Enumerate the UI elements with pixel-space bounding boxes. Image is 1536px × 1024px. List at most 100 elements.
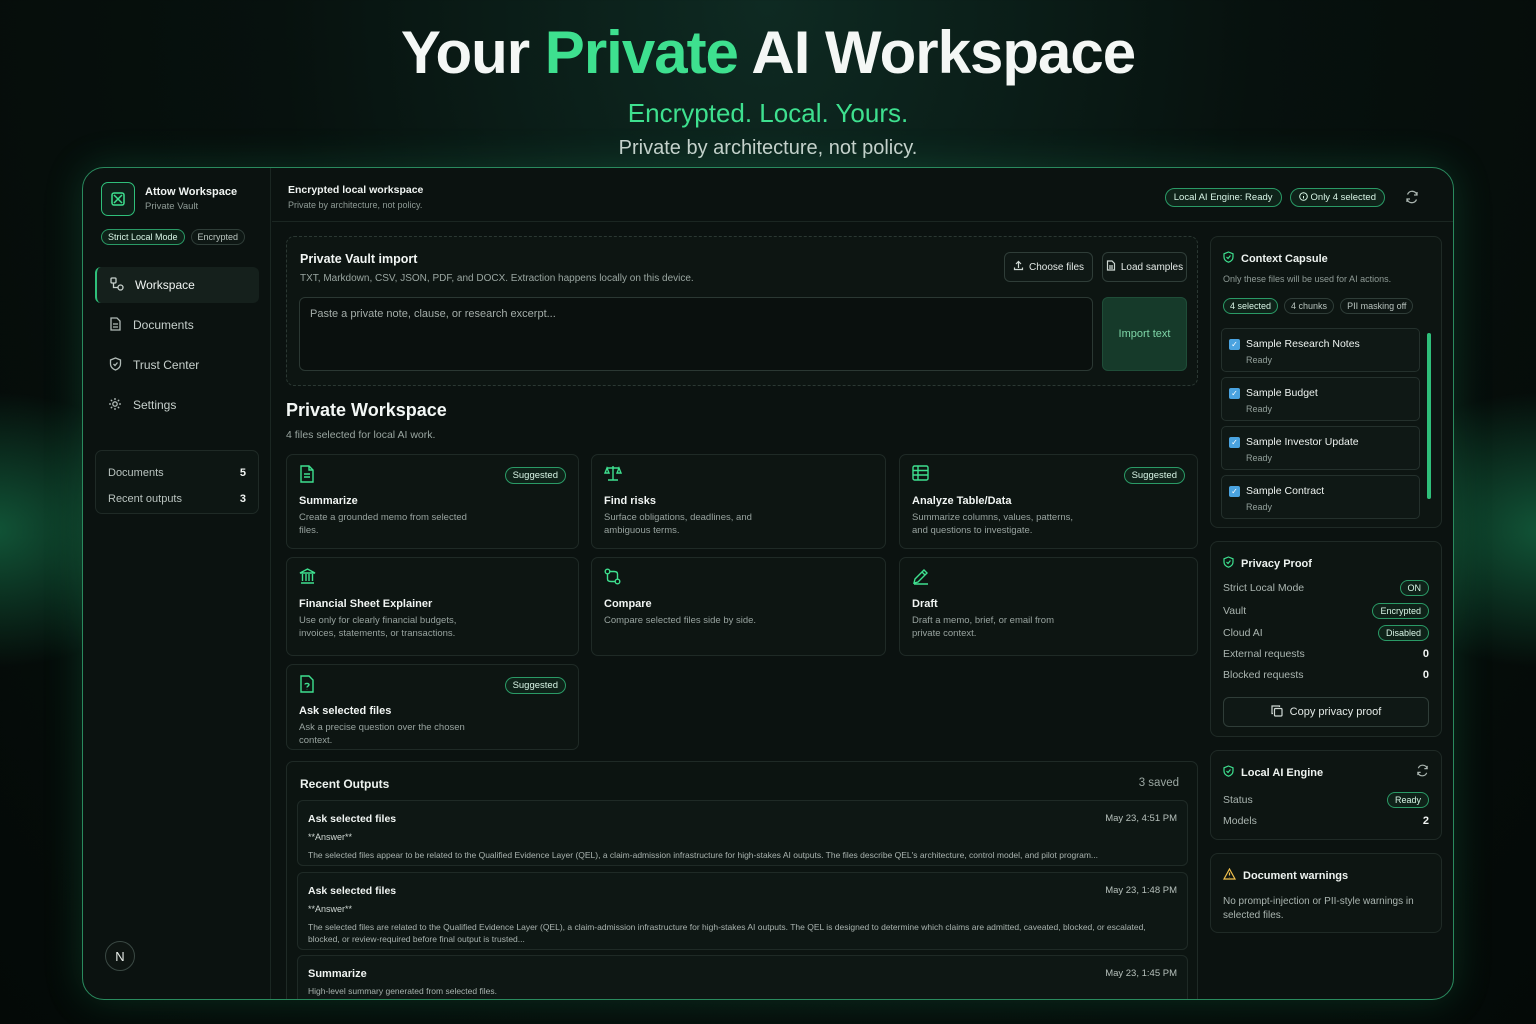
- row-value: 2: [1422, 815, 1429, 827]
- sidebar-nav: Workspace Documents Trust Center Setting…: [95, 267, 259, 427]
- status-badge: Ready: [1386, 792, 1429, 808]
- shield-check-icon: [1223, 765, 1234, 780]
- tile-draft[interactable]: Draft Draft a memo, brief, or email from…: [899, 557, 1198, 656]
- hero-title: Your Private AI Workspace: [0, 18, 1536, 88]
- tile-find-risks[interactable]: Find risks Surface obligations, deadline…: [591, 454, 886, 549]
- choose-files-button[interactable]: Choose files: [1004, 252, 1093, 282]
- sidebar-item-settings[interactable]: Settings: [95, 387, 259, 423]
- output-item[interactable]: Summarize May 23, 1:45 PM High-level sum…: [297, 955, 1188, 999]
- brand-subtitle: Private Vault: [145, 201, 199, 212]
- sidebar-item-workspace[interactable]: Workspace: [95, 267, 259, 303]
- copy-privacy-proof-label: Copy privacy proof: [1289, 706, 1382, 718]
- privacy-proof-title-text: Privacy Proof: [1241, 557, 1312, 570]
- privacy-row-external-requests: External requests 0: [1223, 648, 1429, 660]
- tile-summarize[interactable]: Suggested Summarize Create a grounded me…: [286, 454, 579, 549]
- shield-check-icon: [1223, 251, 1234, 266]
- table-icon: [912, 465, 929, 486]
- tile-description: Compare selected files side by side.: [604, 615, 757, 626]
- row-label: Strict Local Mode: [1223, 582, 1305, 594]
- tile-description: Ask a precise question over the chosen c…: [299, 722, 465, 746]
- scale-icon: [603, 465, 623, 486]
- refresh-button[interactable]: [1401, 186, 1423, 208]
- sidebar-item-label: Settings: [133, 398, 177, 412]
- file-status: Ready: [1246, 502, 1273, 512]
- recent-outputs-count: 3 saved: [1138, 777, 1179, 789]
- sidebar-item-label: Workspace: [135, 278, 195, 292]
- output-item[interactable]: Ask selected files May 23, 4:51 PM **Ans…: [297, 800, 1188, 866]
- capsule-file-item[interactable]: ✓ Sample Budget Ready: [1221, 377, 1420, 421]
- capsule-file-item[interactable]: ✓ Sample Investor Update Ready: [1221, 426, 1420, 470]
- sidebar: Attow Workspace Private Vault Strict Loc…: [83, 168, 271, 999]
- tile-title: Financial Sheet Explainer: [299, 598, 433, 610]
- file-name: Sample Contract: [1246, 485, 1325, 497]
- topbar: Encrypted local workspace Private by arc…: [272, 168, 1453, 222]
- tile-ask-selected-files[interactable]: Suggested Ask selected files Ask a preci…: [286, 664, 579, 750]
- checkbox-checked-icon[interactable]: ✓: [1229, 388, 1240, 399]
- context-capsule-title: Context Capsule: [1223, 251, 1328, 266]
- import-title: Private Vault import: [300, 252, 418, 266]
- shield-check-icon: [1223, 556, 1234, 571]
- row-label: Vault: [1223, 605, 1247, 617]
- brand-logo-icon: [101, 182, 135, 216]
- status-badge: ON: [1399, 580, 1429, 596]
- import-textarea[interactable]: [299, 297, 1093, 371]
- privacy-row-cloud-ai: Cloud AI Disabled: [1223, 625, 1429, 641]
- checkbox-checked-icon[interactable]: ✓: [1229, 437, 1240, 448]
- warning-icon: [1222, 867, 1237, 883]
- stat-label: Recent outputs: [108, 493, 182, 505]
- output-body: The selected files appear to be related …: [308, 850, 1098, 860]
- load-samples-label: Load samples: [1120, 261, 1184, 273]
- stat-documents: Documents 5: [108, 460, 246, 486]
- app-window: Attow Workspace Private Vault Strict Loc…: [82, 167, 1454, 1000]
- copy-privacy-proof-button[interactable]: Copy privacy proof: [1223, 697, 1429, 727]
- tile-title: Draft: [912, 598, 938, 610]
- tile-description: Summarize columns, values, patterns, and…: [912, 512, 1074, 536]
- checkbox-checked-icon[interactable]: ✓: [1229, 339, 1240, 350]
- chunks-badge: 4 chunks: [1284, 298, 1335, 314]
- stat-value: 5: [239, 467, 246, 479]
- workspace-title: Private Workspace: [286, 400, 447, 420]
- upload-icon: [1013, 260, 1024, 274]
- suggested-badge: Suggested: [504, 677, 566, 694]
- output-timestamp: May 23, 4:51 PM: [1105, 813, 1177, 824]
- tile-title: Compare: [604, 598, 652, 610]
- avatar[interactable]: N: [105, 941, 135, 971]
- tile-title: Analyze Table/Data: [912, 495, 1012, 507]
- tile-analyze-table-data[interactable]: Suggested Analyze Table/Data Summarize c…: [899, 454, 1198, 549]
- hero-subtitle: Private by architecture, not policy.: [618, 137, 918, 159]
- output-item[interactable]: Ask selected files May 23, 1:48 PM **Ans…: [297, 872, 1188, 950]
- brand-name: Attow Workspace: [145, 186, 238, 198]
- selection-badge: Only 4 selected: [1289, 187, 1385, 207]
- output-heading: **Answer**: [308, 904, 353, 914]
- hero: Your Private AI Workspace Encrypted. Loc…: [0, 18, 1536, 160]
- scrollbar-thumb[interactable]: [1427, 333, 1431, 499]
- hero-tagline: Encrypted. Local. Yours.: [627, 98, 909, 128]
- capsule-file-item[interactable]: ✓ Sample Research Notes Ready: [1221, 328, 1420, 372]
- tile-description: Use only for clearly financial budgets, …: [299, 615, 457, 639]
- workspace-icon: [109, 276, 125, 294]
- encrypted-badge: Encrypted: [190, 229, 246, 245]
- tile-description: Draft a memo, brief, or email from priva…: [912, 615, 1055, 639]
- import-text-button[interactable]: Import text: [1102, 297, 1187, 371]
- row-value: 0: [1422, 669, 1429, 681]
- page-subtitle: Private by architecture, not policy.: [288, 200, 423, 210]
- capsule-file-item[interactable]: ✓ Sample Contract Ready: [1221, 475, 1420, 519]
- load-samples-button[interactable]: Load samples: [1102, 252, 1187, 282]
- file-status: Ready: [1246, 453, 1273, 463]
- checkbox-checked-icon[interactable]: ✓: [1229, 486, 1240, 497]
- gear-icon: [107, 397, 123, 414]
- tile-financial-sheet-explainer[interactable]: Financial Sheet Explainer Use only for c…: [286, 557, 579, 656]
- privacy-proof-panel: Privacy Proof Strict Local Mode ON Vault…: [1210, 541, 1442, 737]
- sidebar-item-trust-center[interactable]: Trust Center: [95, 347, 259, 383]
- output-body: The selected files are related to the Qu…: [308, 922, 1146, 944]
- privacy-row-strict-local-mode: Strict Local Mode ON: [1223, 580, 1429, 596]
- info-icon: [1298, 191, 1308, 201]
- tile-title: Find risks: [604, 495, 656, 507]
- sidebar-item-documents[interactable]: Documents: [95, 307, 259, 343]
- sidebar-item-label: Documents: [133, 318, 194, 332]
- document-warnings-title: Document warnings: [1222, 867, 1348, 883]
- row-label: External requests: [1223, 648, 1305, 660]
- local-ai-engine-title: Local AI Engine: [1223, 765, 1323, 780]
- tile-compare[interactable]: Compare Compare selected files side by s…: [591, 557, 886, 656]
- refresh-icon[interactable]: [1416, 764, 1429, 780]
